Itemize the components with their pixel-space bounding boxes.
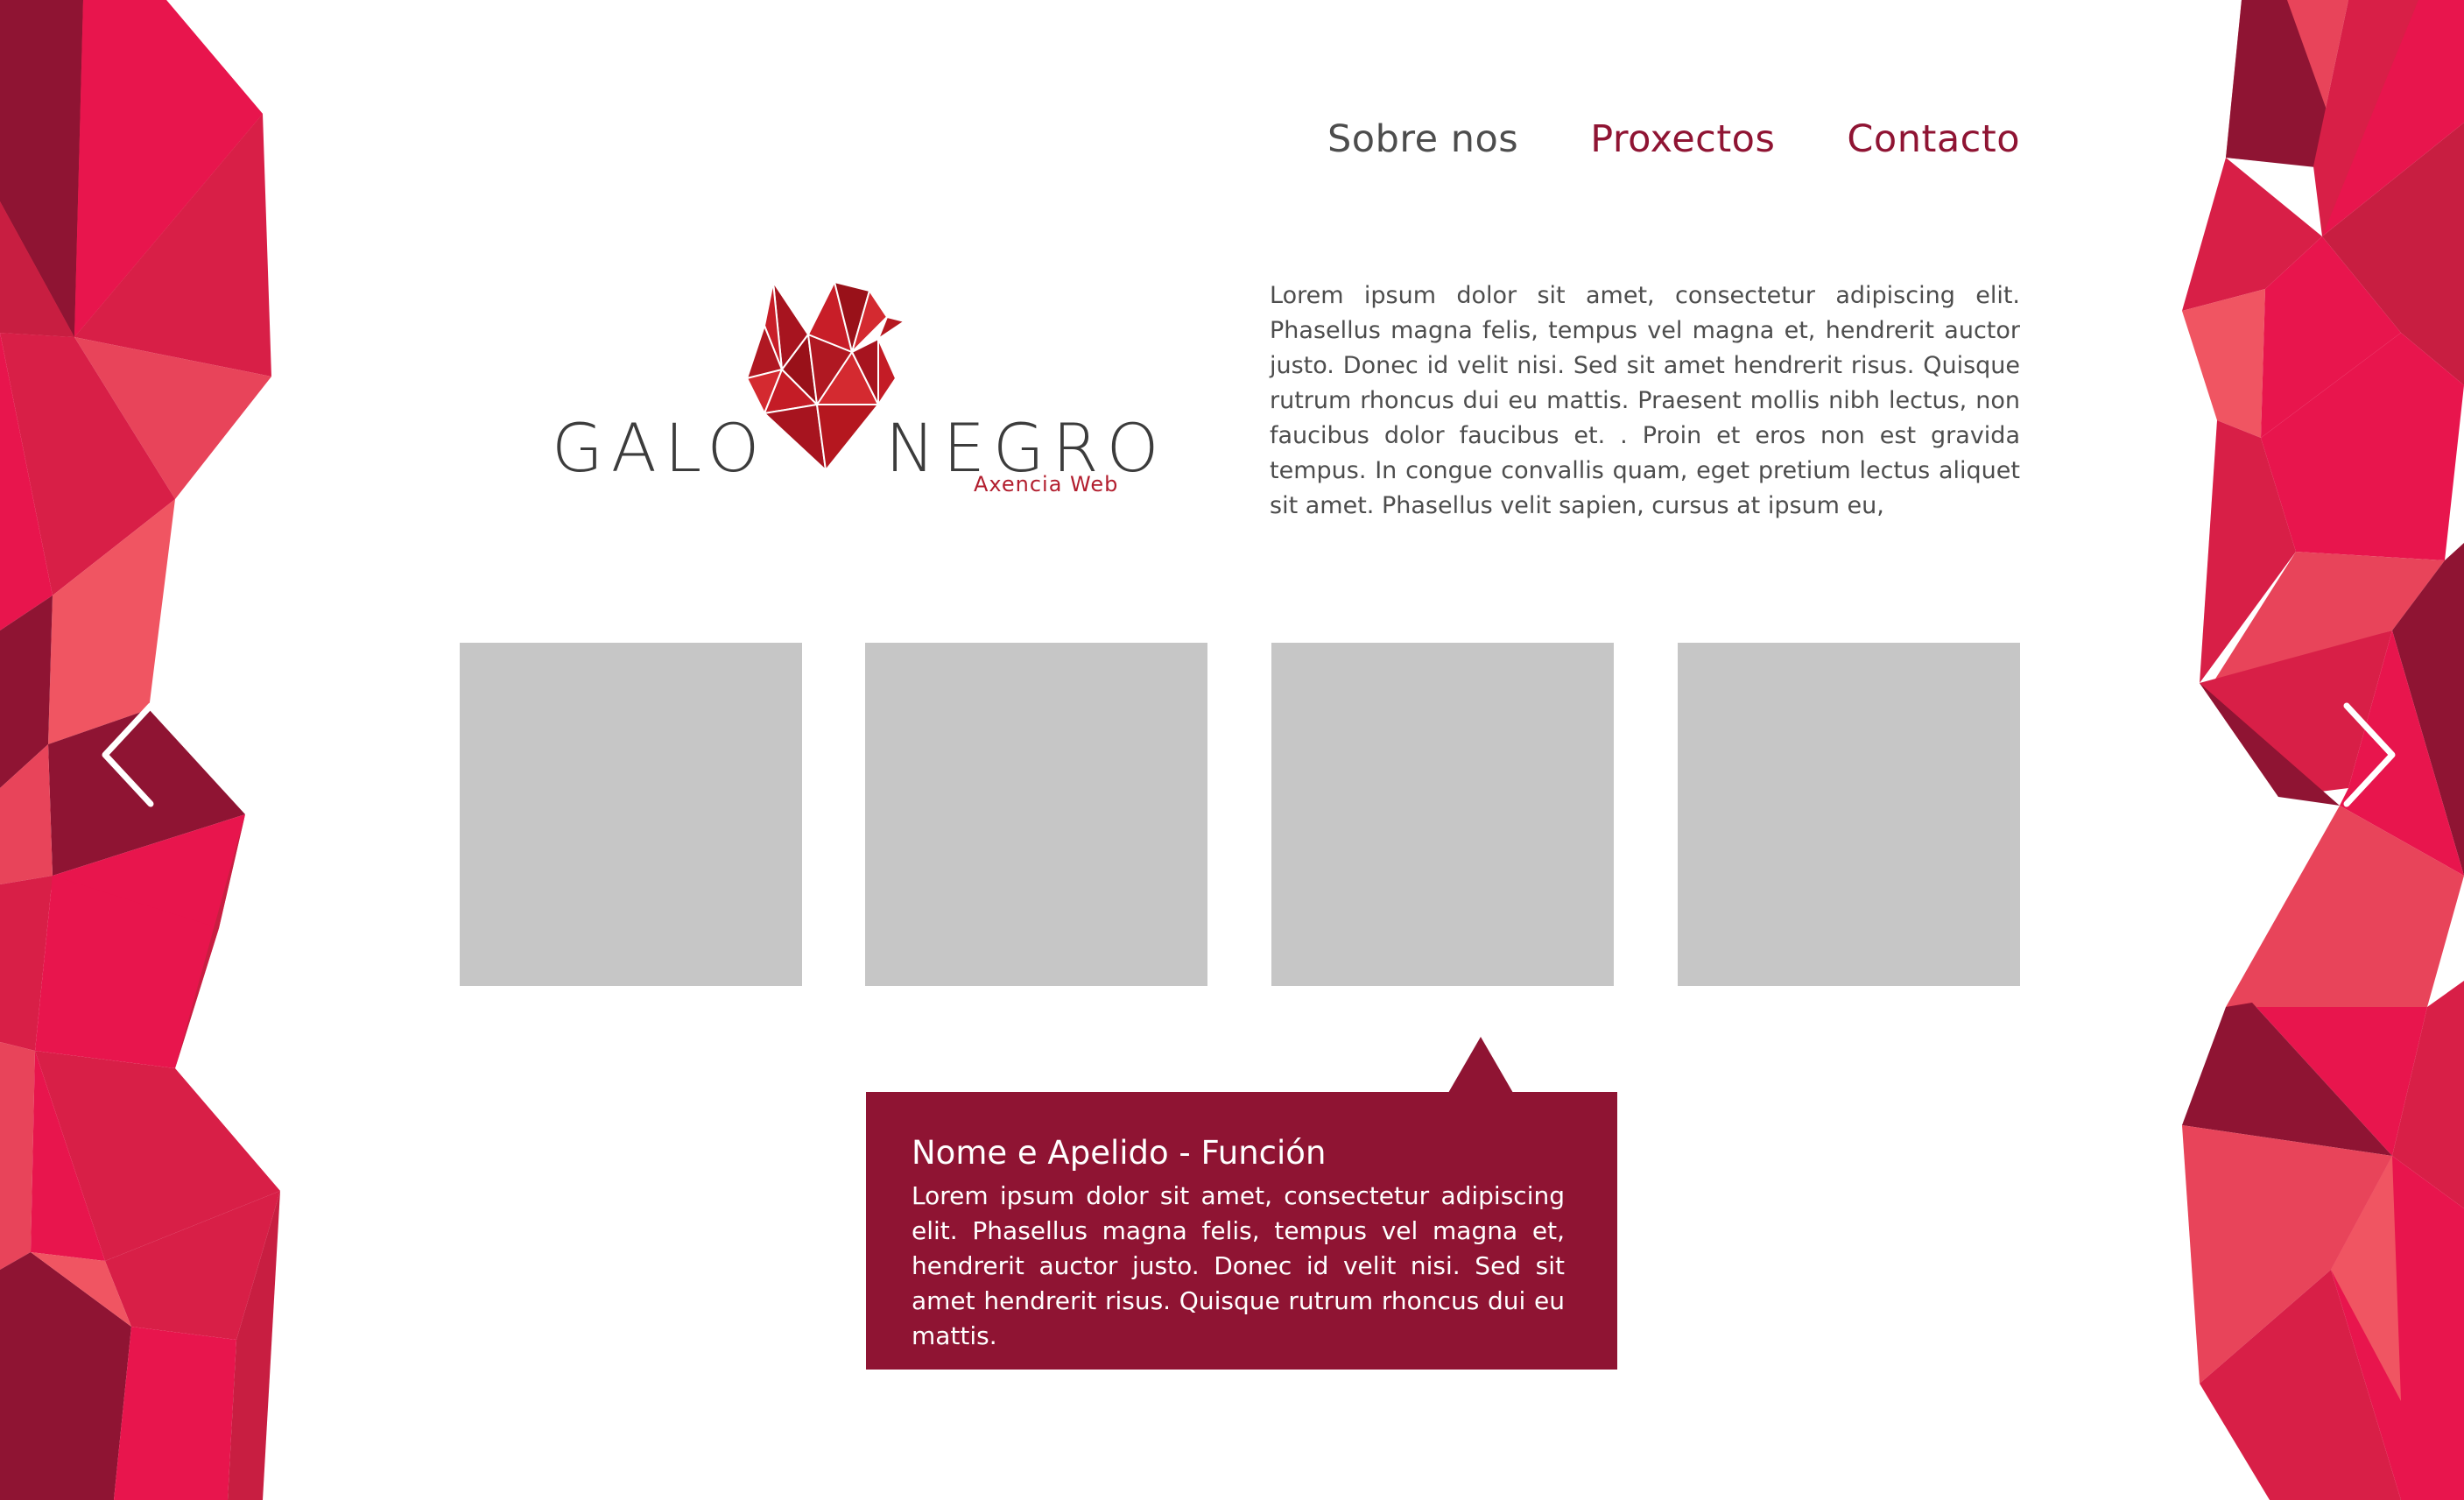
project-carousel [460,643,2020,986]
right-polygon-art [2182,0,2464,1500]
caption-text: Lorem ipsum dolor sit amet, consectetur … [912,1180,1565,1350]
project-tile-4[interactable] [1678,643,2020,986]
nav-item-proxectos[interactable]: Proxectos [1590,121,1775,158]
intro-paragraph: Lorem ipsum dolor sit amet, consectetur … [1270,282,2020,519]
chevron-right-icon [2343,702,2396,807]
carousel-prev-button[interactable] [98,701,159,809]
caption-pointer [1448,1037,1513,1093]
nav-item-contacto[interactable]: Contacto [1847,121,2020,158]
caption-title: Nome e Apelido - Función [912,1134,1327,1172]
project-tile-3[interactable] [1271,643,1614,986]
logo-word-galo: GALO [552,409,768,487]
project-tile-1[interactable] [460,643,802,986]
project-tile-2[interactable] [865,643,1207,986]
right-polygon-decoration [2173,0,2464,1500]
nav-item-sobre-nos[interactable]: Sobre nos [1327,121,1518,158]
project-caption-box: Nome e Apelido - Función Lorem ipsum dol… [866,1092,1617,1370]
logo-tagline: Axencia Web [974,472,1119,496]
carousel-next-button[interactable] [2338,701,2399,809]
main-nav: Sobre nos Proxectos Contacto [1327,121,2020,158]
brand-logo[interactable]: GALO NEGRO Axencia Web [550,282,1158,510]
chevron-left-icon [102,702,154,807]
